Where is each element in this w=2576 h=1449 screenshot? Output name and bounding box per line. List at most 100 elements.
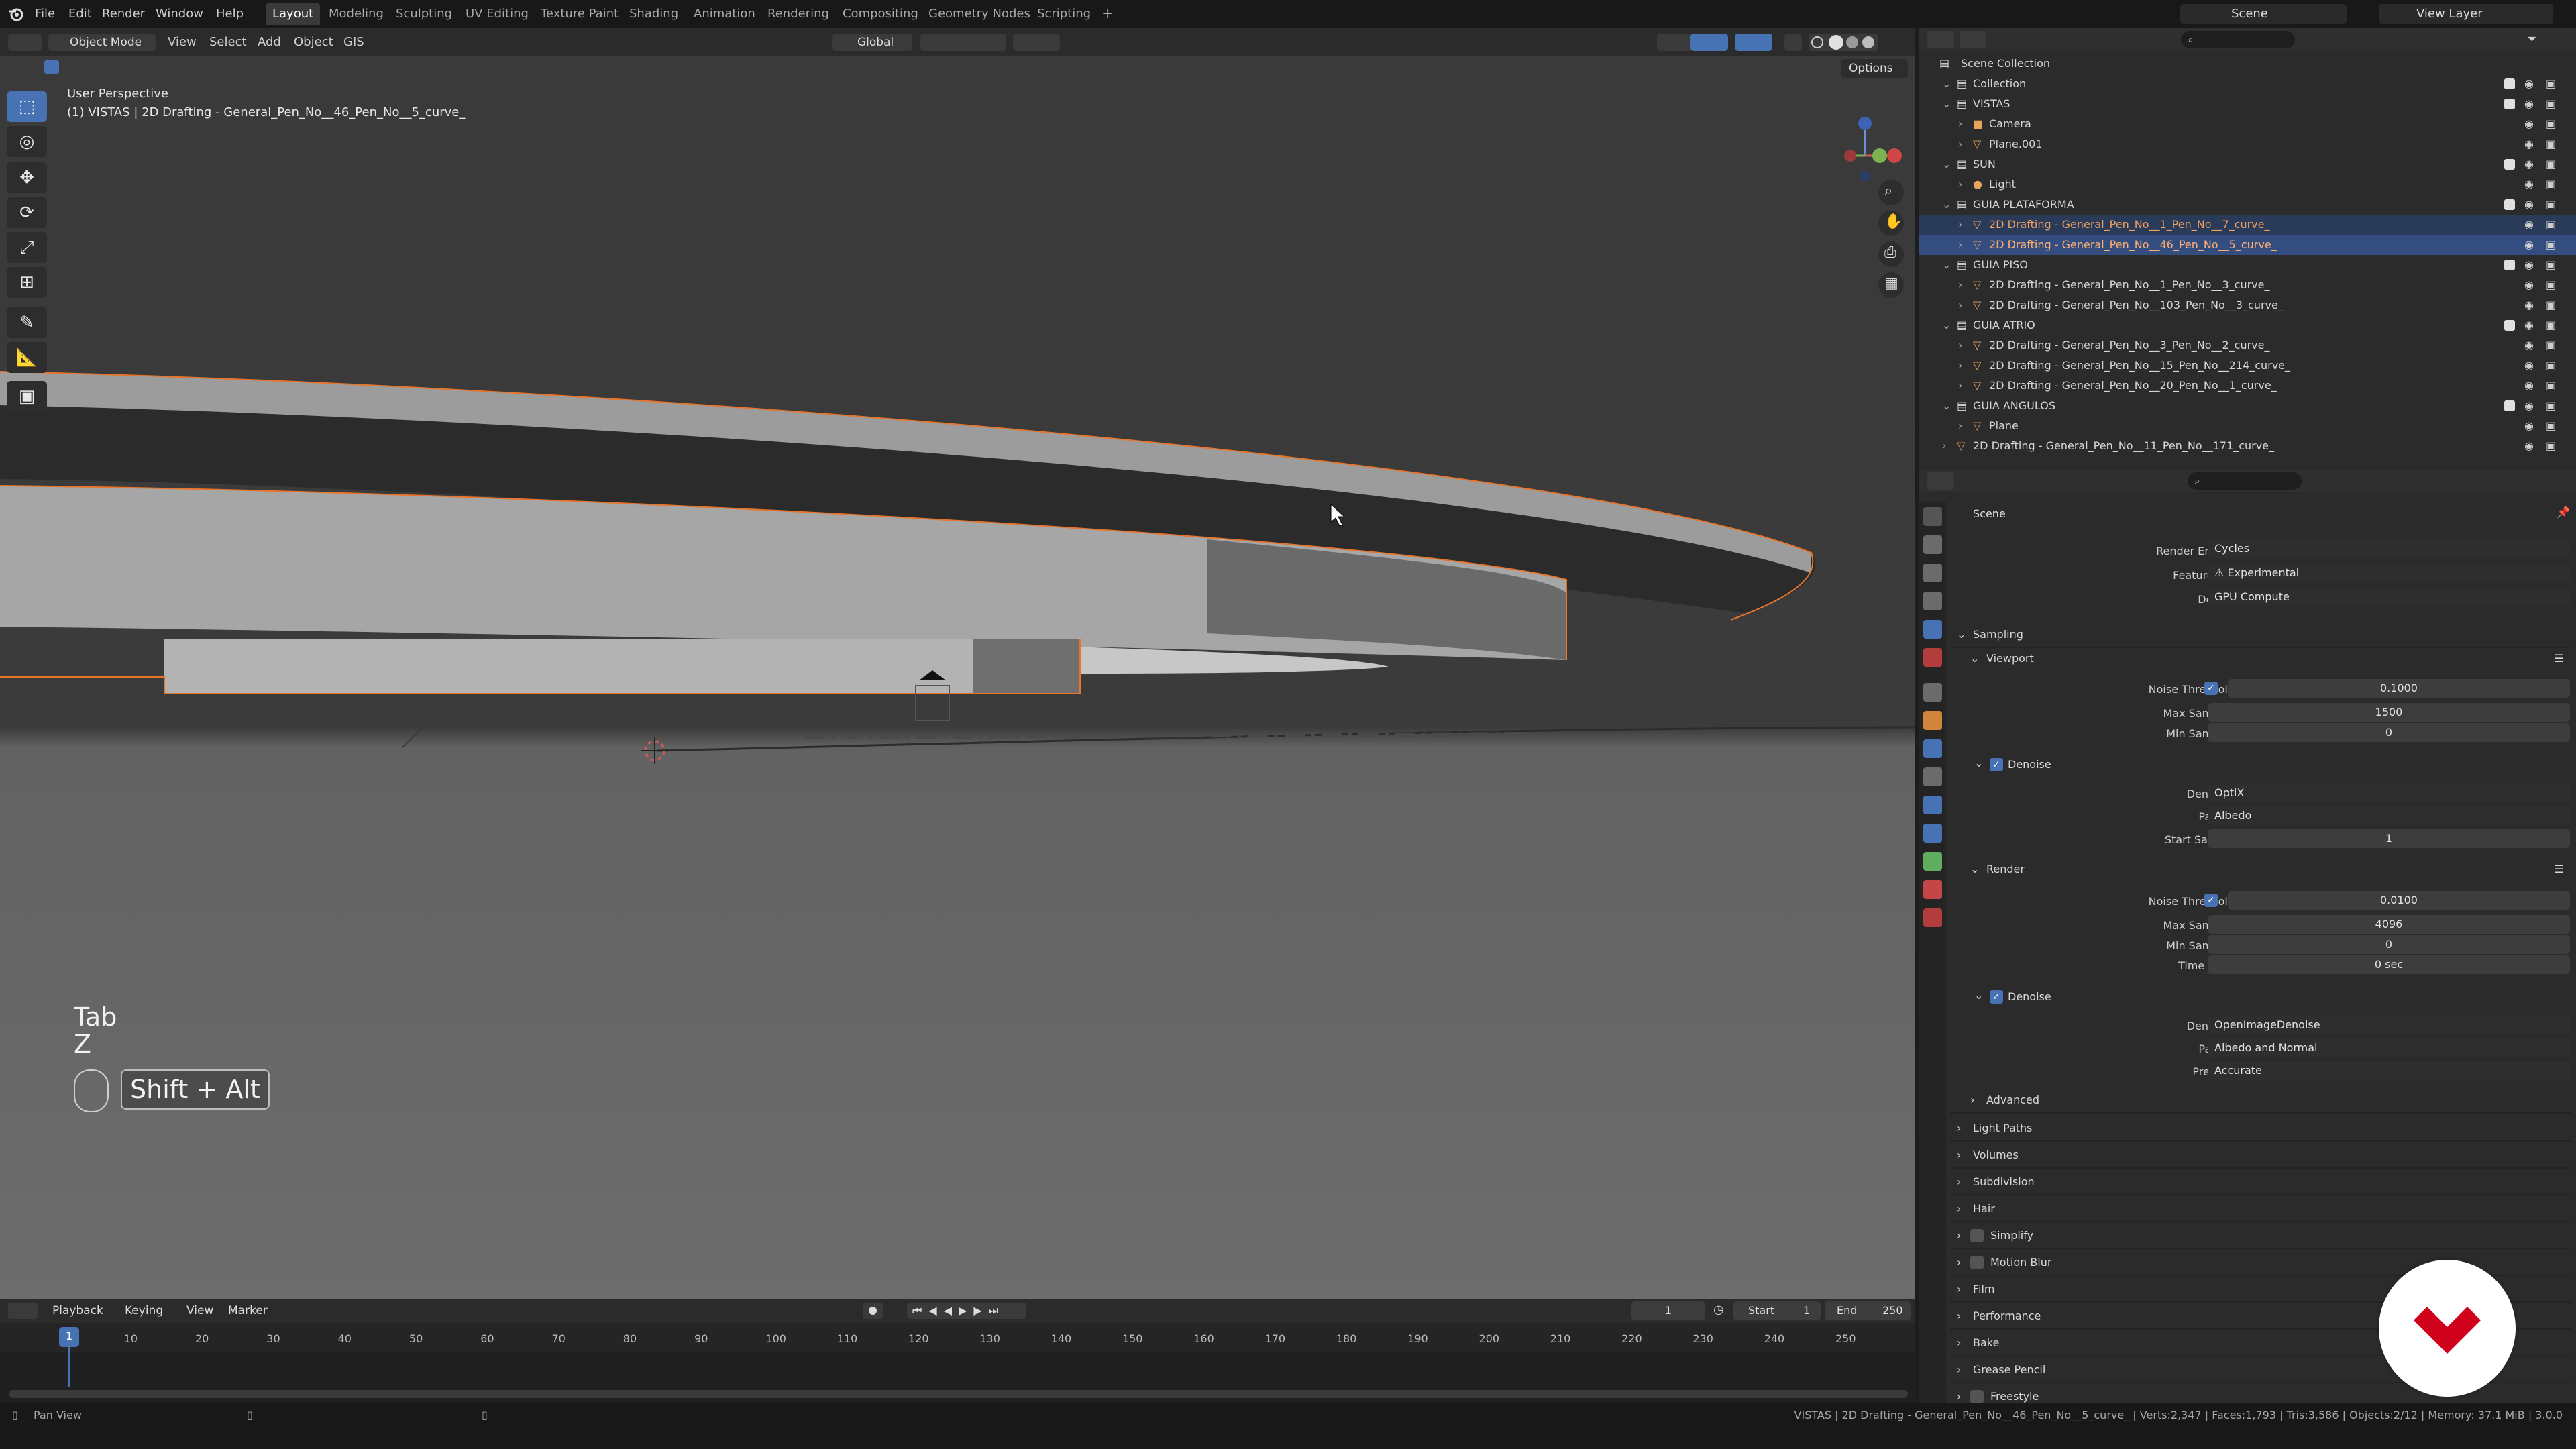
visibility-eye-icon[interactable]: ◉ [2524,235,2534,255]
visibility-eye-icon[interactable]: ◉ [2524,94,2534,114]
vp-menu-gis[interactable]: GIS [343,28,364,56]
render-camera-icon[interactable]: ▣ [2546,255,2556,275]
visibility-eye-icon[interactable]: ◉ [2524,134,2534,154]
tool-scale[interactable]: ⤢ [7,232,47,263]
outliner-row[interactable]: › ▽ 2D Drafting - General_Pen_No__3_Pen_No… [1919,335,2576,356]
tab-material[interactable] [1923,880,1942,899]
exclude-checkbox[interactable] [2504,400,2515,411]
render-camera-icon[interactable]: ▣ [2546,154,2556,174]
outliner-editor-type[interactable] [1927,31,1954,48]
tab-world[interactable] [1923,648,1942,667]
tab-modifiers[interactable] [1923,739,1942,758]
vp-min-samples-field[interactable]: 0 [2208,723,2570,742]
shading-mode-buttons[interactable] [1809,34,1878,51]
tool-move[interactable]: ✥ [7,162,47,193]
expand-toggle-icon[interactable]: › [1958,295,1962,315]
transform-orientation-dropdown[interactable]: Global [832,34,912,51]
render-camera-icon[interactable]: ▣ [2546,134,2556,154]
tool-transform[interactable]: ⊞ [7,267,47,298]
vp-start-sample-field[interactable]: 1 [2208,829,2570,848]
timeline-menu-view[interactable]: View [186,1299,213,1323]
section-sampling[interactable]: ⌄ Sampling [1950,623,2571,648]
expand-toggle-icon[interactable]: ⌄ [1942,74,1951,94]
outliner-row[interactable]: ⌄ ▤ GUIA ATRIO ◉ ▣ [1919,315,2576,335]
gizmo-toggle-button[interactable] [1690,34,1728,51]
outliner-filter-button[interactable]: ⏷ [2523,31,2563,48]
gizmo-y-axis[interactable] [1872,148,1887,163]
vp-menu-select[interactable]: Select [209,28,247,56]
section-collapsed[interactable]: › Volumes [1950,1143,2571,1169]
tab-view-layer[interactable] [1923,592,1942,610]
outliner-row[interactable]: ⌄ ▤ GUIA PISO ◉ ▣ [1919,255,2576,275]
scene-geometry[interactable] [0,56,1915,1299]
outliner-row[interactable]: › ▽ 2D Drafting - General_Pen_No__20_Pen_N… [1919,376,2576,396]
tab-object[interactable] [1923,711,1942,730]
render-camera-icon[interactable]: ▣ [2546,295,2556,315]
vp-noise-threshold-field[interactable]: 0.1000 [2228,679,2570,698]
render-camera-icon[interactable]: ▣ [2546,275,2556,295]
outliner-row[interactable]: › ▽ 2D Drafting - General_Pen_No__103_Pen_… [1919,295,2576,315]
section-collapsed[interactable]: › Hair [1950,1197,2571,1222]
timeline-editor-type[interactable] [8,1303,38,1319]
visibility-eye-icon[interactable]: ◉ [2524,376,2534,396]
scene-selector[interactable]: Scene [2180,4,2347,24]
render-camera-icon[interactable]: ▣ [2546,376,2556,396]
render-camera-icon[interactable]: ▣ [2546,335,2556,356]
visibility-eye-icon[interactable]: ◉ [2524,195,2534,215]
visibility-eye-icon[interactable]: ◉ [2524,335,2534,356]
exclude-checkbox[interactable] [2504,99,2515,109]
vp-menu-view[interactable]: View [168,28,197,56]
outliner-row[interactable]: ⌄ ▤ Collection ◉ ▣ [1919,74,2576,94]
start-frame-field[interactable]: Start 1 [1733,1301,1821,1320]
outliner-row[interactable]: ⌄ ▤ SUN ◉ ▣ [1919,154,2576,174]
list-icon[interactable]: ☰ [2554,647,2563,671]
expand-toggle-icon[interactable]: ⌄ [1942,195,1951,215]
r-prefilter-dropdown[interactable]: Accurate [2208,1061,2570,1080]
tab-output[interactable] [1923,564,1942,582]
render-camera-icon[interactable]: ▣ [2546,174,2556,195]
playback-controls[interactable]: ⏮◀◀▶▶⏭ [907,1303,1026,1319]
ortho-toggle-button[interactable]: ▦ [1878,272,1904,298]
outliner-row[interactable]: › ▽ Plane.001 ◉ ▣ [1919,134,2576,154]
expand-toggle-icon[interactable]: › [1958,356,1962,376]
properties-search-input[interactable]: ⌕ [2188,472,2302,490]
timeline-scrollbar[interactable] [9,1390,1908,1398]
r-noise-threshold-field[interactable]: 0.0100 [2228,891,2570,910]
subsection-viewport[interactable]: ⌄ Viewport ☰ [1950,647,2571,671]
section-enable-checkbox[interactable] [1970,1256,1984,1269]
tab-sculpting[interactable]: Sculpting [389,3,459,25]
r-noise-threshold-checkbox[interactable]: ✓ [2204,894,2218,907]
exclude-checkbox[interactable] [2504,260,2515,270]
outliner-root-row[interactable]: ▤ Scene Collection [1919,54,2576,74]
expand-toggle-icon[interactable]: › [1958,215,1962,235]
outliner-row[interactable]: ⌄ ▤ GUIA ANGULOS ◉ ▣ [1919,396,2576,416]
vp-denoiser-dropdown[interactable]: OptiX [2208,784,2570,802]
visibility-eye-icon[interactable]: ◉ [2524,356,2534,376]
proportional-editing-button[interactable] [1013,34,1060,51]
outliner-row[interactable]: ⌄ ▤ VISTAS ◉ ▣ [1919,94,2576,114]
expand-toggle-icon[interactable]: › [1942,436,1946,456]
feature-set-dropdown[interactable]: ⚠ Experimental [2208,564,2570,582]
visibility-eye-icon[interactable]: ◉ [2524,154,2534,174]
tab-texture-paint[interactable]: Texture Paint [534,3,625,25]
render-camera-icon[interactable]: ▣ [2546,114,2556,134]
expand-toggle-icon[interactable]: › [1958,275,1962,295]
tool-cursor[interactable]: ◎ [7,126,47,157]
clock-icon[interactable]: ◷ [1713,1303,1724,1317]
menu-edit[interactable]: Edit [68,0,92,28]
chevron-down-icon[interactable]: ⌄ [1974,989,1983,1002]
tab-constraints[interactable] [1923,824,1942,843]
visibility-eye-icon[interactable]: ◉ [2524,215,2534,235]
menu-help[interactable]: Help [216,0,244,28]
tab-shading[interactable]: Shading [623,3,685,25]
view-layer-selector[interactable]: View Layer [2379,4,2553,24]
visibility-eye-icon[interactable]: ◉ [2524,255,2534,275]
section-collapsed[interactable]: › Subdivision [1950,1170,2571,1195]
tool-rotate[interactable]: ⟳ [7,197,47,228]
expand-toggle-icon[interactable]: › [1958,376,1962,396]
outliner-row[interactable]: › ▽ Plane ◉ ▣ [1919,416,2576,436]
outliner-search-input[interactable]: ⌕ [2181,31,2295,48]
expand-toggle-icon[interactable]: › [1958,174,1962,195]
vp-menu-object[interactable]: Object [294,28,333,56]
exclude-checkbox[interactable] [2504,199,2515,210]
